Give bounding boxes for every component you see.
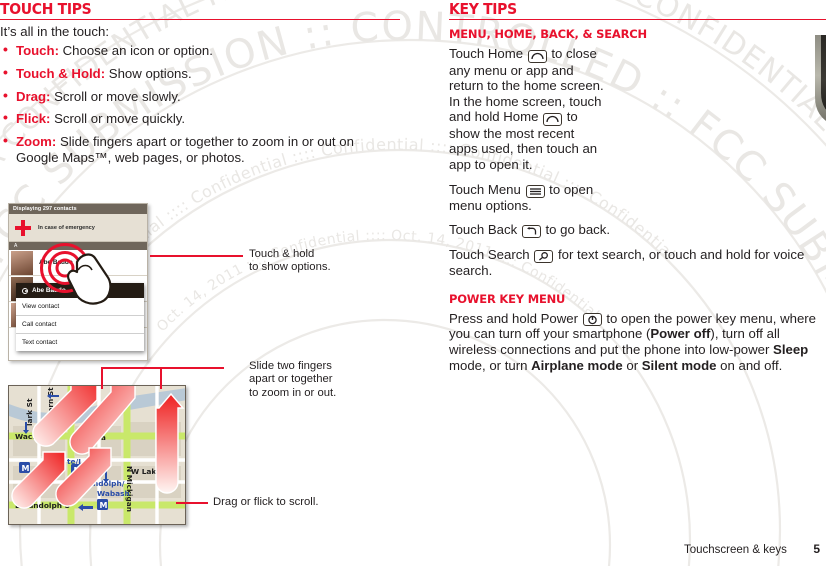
para-back-key-a: Touch Back — [449, 222, 521, 238]
magnifier-icon — [534, 250, 554, 264]
tip-touch-hold: Touch & Hold: Show options. — [0, 65, 400, 82]
right-column: KEY TIPS MENU, HOME, BACK, & SEARCH Touc… — [449, 0, 826, 373]
contacts-ice-row: In case of emergency — [9, 214, 147, 242]
para-search-key: Touch Search for text search, or touch a… — [449, 247, 821, 279]
contact-dot-icon — [22, 287, 28, 294]
tip-touch-desc: Choose an icon or option. — [58, 43, 213, 58]
leader-line-touch-hold — [150, 255, 243, 257]
footer-page-number: 5 — [813, 542, 820, 556]
tip-drag: Drag: Scroll or move slowly. — [0, 88, 400, 105]
para-home-key-a: Touch Home — [449, 46, 527, 61]
leader-line-slide-drop2 — [160, 367, 162, 389]
home-arc-icon — [527, 49, 547, 63]
phone-key-diagram: veri z on Menu — [809, 35, 826, 215]
plus-icon — [15, 219, 31, 236]
para-back-key: Touch Back to go back. — [449, 222, 749, 239]
tip-touch: Touch: Choose an icon or option. — [0, 42, 400, 59]
touch-tips-list: Touch: Choose an icon or option. Touch &… — [0, 42, 400, 166]
contacts-screenshot: Displaying 297 contacts In case of emerg… — [8, 203, 148, 361]
para-menu-key: Touch Menu to open menu options. — [449, 182, 604, 214]
para-menu-key-a: Touch Menu — [449, 181, 525, 197]
touch-tips-heading-text: TOUCH TIPS — [0, 0, 92, 18]
sub-power-key-menu: POWER KEY MENU — [449, 291, 566, 306]
tip-flick: Flick: Scroll or move quickly. — [0, 110, 400, 127]
touch-tips-heading: TOUCH TIPS — [0, 0, 400, 21]
pinch-zoom-arrows — [11, 386, 185, 509]
tip-zoom-term: Zoom: — [16, 134, 57, 150]
footer-section-name: Touchscreen & keys — [683, 544, 787, 556]
sleep-term: Sleep — [773, 341, 809, 357]
tip-drag-term: Drag: — [16, 88, 51, 104]
home-arc-icon — [543, 112, 563, 126]
callout-touch-hold: Touch & hold to show options. — [249, 248, 331, 274]
para-power-a: Press and hold Power — [449, 310, 582, 326]
tip-touch-hold-term: Touch & Hold: — [16, 65, 106, 81]
leader-line-slide — [101, 367, 224, 369]
tip-drag-desc: Scroll or move slowly. — [50, 88, 181, 104]
tip-zoom: Zoom: Slide fingers apart or together to… — [0, 133, 400, 166]
power-icon — [582, 313, 602, 327]
para-home-key: Touch Home to close any menu or app and … — [449, 46, 604, 173]
map-screenshot: lark St born St Wacker Dr Wa te/Lake W L… — [8, 385, 186, 525]
power-off-term: Power off — [650, 326, 711, 342]
para-power-f: on and off. — [716, 357, 783, 373]
tip-touch-term: Touch: — [16, 43, 59, 58]
left-column: TOUCH TIPS It’s all in the touch: Touch:… — [0, 0, 400, 173]
leader-line-slide-drop — [101, 367, 103, 389]
sub-menu-home-back-search: MENU, HOME, BACK, & SEARCH — [449, 27, 647, 41]
menu-item-text-contact[interactable]: Text contact — [16, 334, 144, 351]
airplane-mode-term: Airplane mode — [531, 357, 623, 373]
page-footer: Touchscreen & keys 5 — [0, 540, 826, 558]
key-tips-heading: KEY TIPS — [449, 0, 826, 21]
para-power-e: or — [622, 357, 642, 373]
tip-touch-hold-desc: Show options. — [105, 65, 192, 81]
contacts-title-bar: Displaying 297 contacts — [9, 204, 147, 214]
leader-line-drag — [176, 502, 208, 504]
heading-rule-2 — [449, 19, 826, 20]
callout-drag-flick: Drag or flick to scroll. — [213, 496, 319, 508]
para-power-d: mode, or turn — [449, 357, 532, 373]
key-tips-heading-text: KEY TIPS — [449, 0, 517, 18]
para-power-key: Press and hold Power to open the power k… — [449, 311, 823, 373]
touch-tips-intro: It’s all in the touch: — [0, 24, 109, 39]
menu-item-call-contact[interactable]: Call contact — [16, 316, 144, 334]
para-search-key-a: Touch Search — [449, 247, 534, 263]
hamburger-icon — [525, 184, 545, 198]
callout-slide-fingers: Slide two fingers apart or together to z… — [249, 360, 337, 399]
tip-zoom-desc: Slide fingers apart or together to zoom … — [16, 134, 354, 165]
tip-flick-term: Flick: — [16, 111, 51, 127]
heading-rule — [0, 19, 400, 20]
para-back-key-b: to go back. — [541, 222, 611, 238]
contacts-ice-label: In case of emergency — [38, 224, 95, 231]
finger-hand-icon — [67, 253, 112, 305]
back-arrow-icon — [521, 225, 541, 239]
silent-mode-term: Silent mode — [641, 357, 717, 373]
tip-flick-desc: Scroll or move quickly. — [50, 111, 186, 127]
avatar — [11, 250, 33, 275]
